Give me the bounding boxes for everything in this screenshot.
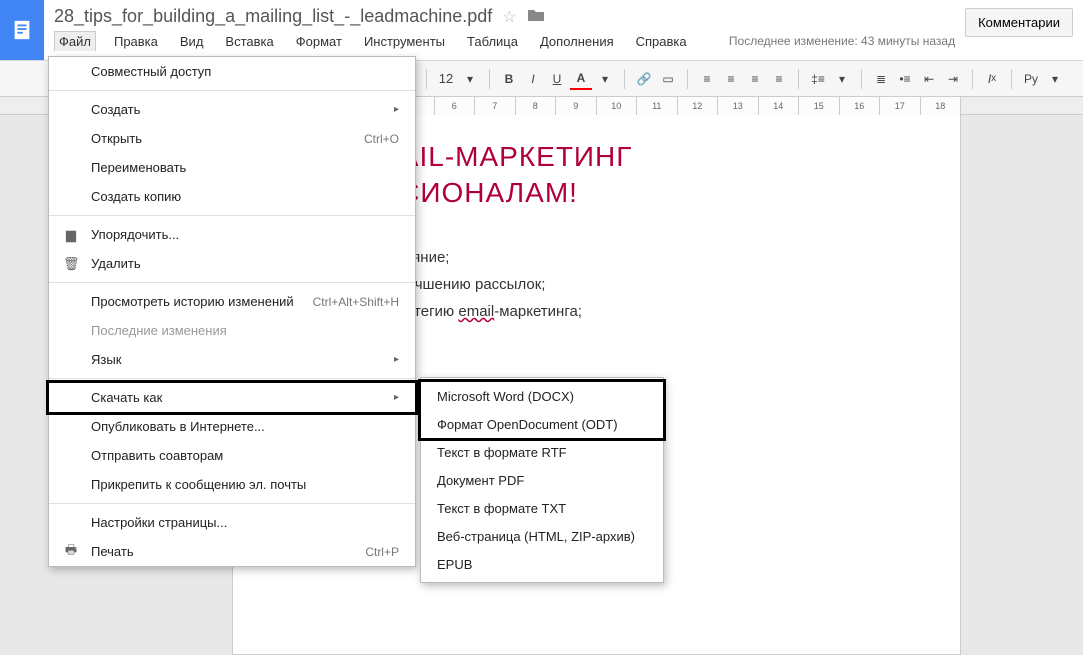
link-button[interactable]: 🔗 [633, 68, 655, 90]
ruler-tick: 12 [678, 97, 719, 115]
menu-addons[interactable]: Дополнения [536, 32, 618, 51]
ruler-tick: 16 [840, 97, 881, 115]
download-as-submenu: Microsoft Word (DOCX) Формат OpenDocumen… [420, 377, 664, 583]
ruler-tick: 11 [637, 97, 678, 115]
align-left-button[interactable]: ≡ [696, 68, 718, 90]
bold-button[interactable]: B [498, 68, 520, 90]
menu-bar: Файл Правка Вид Вставка Формат Инструмен… [54, 27, 955, 51]
text-color-button[interactable]: A [570, 68, 592, 90]
menu-item-print[interactable]: 🖶ПечатьCtrl+P [49, 537, 415, 566]
menu-item-rename[interactable]: Переименовать [49, 153, 415, 182]
italic-button[interactable]: I [522, 68, 544, 90]
menu-item-organize[interactable]: ▆Упорядочить... [49, 220, 415, 249]
header: 28_tips_for_building_a_mailing_list_-_le… [0, 0, 1083, 61]
menu-item-recent: Последние изменения [49, 316, 415, 345]
indent-button[interactable]: ⇥ [942, 68, 964, 90]
header-main: 28_tips_for_building_a_mailing_list_-_le… [44, 0, 965, 51]
submenu-item-epub[interactable]: EPUB [421, 550, 663, 578]
font-size[interactable]: 12 [435, 68, 457, 90]
bulleted-list-button[interactable]: •≡ [894, 68, 916, 90]
folder-icon[interactable] [527, 8, 545, 25]
menu-item-share[interactable]: Совместный доступ [49, 57, 415, 86]
menu-insert[interactable]: Вставка [221, 32, 277, 51]
trash-icon: 🗑 [63, 256, 79, 272]
menu-item-share-authors[interactable]: Отправить соавторам [49, 441, 415, 470]
star-icon[interactable]: ☆ [502, 7, 516, 27]
submenu-item-html[interactable]: Веб-страница (HTML, ZIP-архив) [421, 522, 663, 550]
folder-icon: ▆ [63, 227, 79, 243]
ruler-tick: 10 [597, 97, 638, 115]
spellcheck-dropdown-icon[interactable]: ▾ [1044, 68, 1066, 90]
menu-table[interactable]: Таблица [463, 32, 522, 51]
menu-item-open[interactable]: ОткрытьCtrl+O [49, 124, 415, 153]
spellcheck-button[interactable]: Ру [1020, 68, 1042, 90]
menu-item-download-as[interactable]: Скачать как▸ [49, 383, 415, 412]
submenu-item-pdf[interactable]: Документ PDF [421, 466, 663, 494]
menu-help[interactable]: Справка [632, 32, 691, 51]
menu-item-copy[interactable]: Создать копию [49, 182, 415, 211]
outdent-button[interactable]: ⇤ [918, 68, 940, 90]
ruler-tick: 15 [799, 97, 840, 115]
underline-button[interactable]: U [546, 68, 568, 90]
docs-logo[interactable] [0, 0, 44, 60]
menu-edit[interactable]: Правка [110, 32, 162, 51]
submenu-item-docx[interactable]: Microsoft Word (DOCX) [421, 382, 663, 410]
menu-view[interactable]: Вид [176, 32, 208, 51]
text-color-dropdown-icon[interactable]: ▾ [594, 68, 616, 90]
align-justify-button[interactable]: ≡ [768, 68, 790, 90]
ruler-tick: 14 [759, 97, 800, 115]
menu-item-history[interactable]: Просмотреть историю измененийCtrl+Alt+Sh… [49, 287, 415, 316]
numbered-list-button[interactable]: ≣ [870, 68, 892, 90]
align-center-button[interactable]: ≡ [720, 68, 742, 90]
ruler-tick: 8 [516, 97, 557, 115]
submenu-arrow-icon: ▸ [394, 104, 399, 115]
line-spacing-dropdown-icon[interactable]: ▾ [831, 68, 853, 90]
submenu-arrow-icon: ▸ [394, 354, 399, 365]
menu-item-create[interactable]: Создать▸ [49, 95, 415, 124]
menu-item-publish[interactable]: Опубликовать в Интернете... [49, 412, 415, 441]
align-right-button[interactable]: ≡ [744, 68, 766, 90]
submenu-item-rtf[interactable]: Текст в формате RTF [421, 438, 663, 466]
menu-item-delete[interactable]: 🗑Удалить [49, 249, 415, 278]
menu-format[interactable]: Формат [292, 32, 346, 51]
menu-file[interactable]: Файл [54, 31, 96, 51]
print-icon: 🖶 [63, 541, 79, 563]
ruler-tick: 7 [475, 97, 516, 115]
line-spacing-button[interactable]: ‡≡ [807, 68, 829, 90]
menu-item-language[interactable]: Язык▸ [49, 345, 415, 374]
clear-format-button[interactable]: Ix [981, 68, 1003, 90]
font-size-dropdown-icon[interactable]: ▾ [459, 68, 481, 90]
ruler-tick: 18 [921, 97, 962, 115]
submenu-highlight-box: Microsoft Word (DOCX) Формат OpenDocumen… [421, 382, 663, 438]
submenu-item-txt[interactable]: Текст в формате TXT [421, 494, 663, 522]
ruler-tick: 17 [880, 97, 921, 115]
comment-button[interactable]: ▭ [657, 68, 679, 90]
comments-button[interactable]: Комментарии [965, 8, 1073, 37]
last-change-label: Последнее изменение: 43 минуты назад [729, 34, 955, 48]
menu-item-attach[interactable]: Прикрепить к сообщению эл. почты [49, 470, 415, 499]
submenu-item-odt[interactable]: Формат OpenDocument (ODT) [421, 410, 663, 438]
menu-tools[interactable]: Инструменты [360, 32, 449, 51]
ruler-tick: 9 [556, 97, 597, 115]
menu-item-page-setup[interactable]: Настройки страницы... [49, 508, 415, 537]
file-menu-dropdown: Совместный доступ Создать▸ ОткрытьCtrl+O… [48, 56, 416, 567]
ruler-tick: 13 [718, 97, 759, 115]
ruler-tick: 6 [435, 97, 476, 115]
submenu-arrow-icon: ▸ [394, 392, 399, 403]
document-title[interactable]: 28_tips_for_building_a_mailing_list_-_le… [54, 6, 492, 27]
document-icon [11, 17, 33, 43]
